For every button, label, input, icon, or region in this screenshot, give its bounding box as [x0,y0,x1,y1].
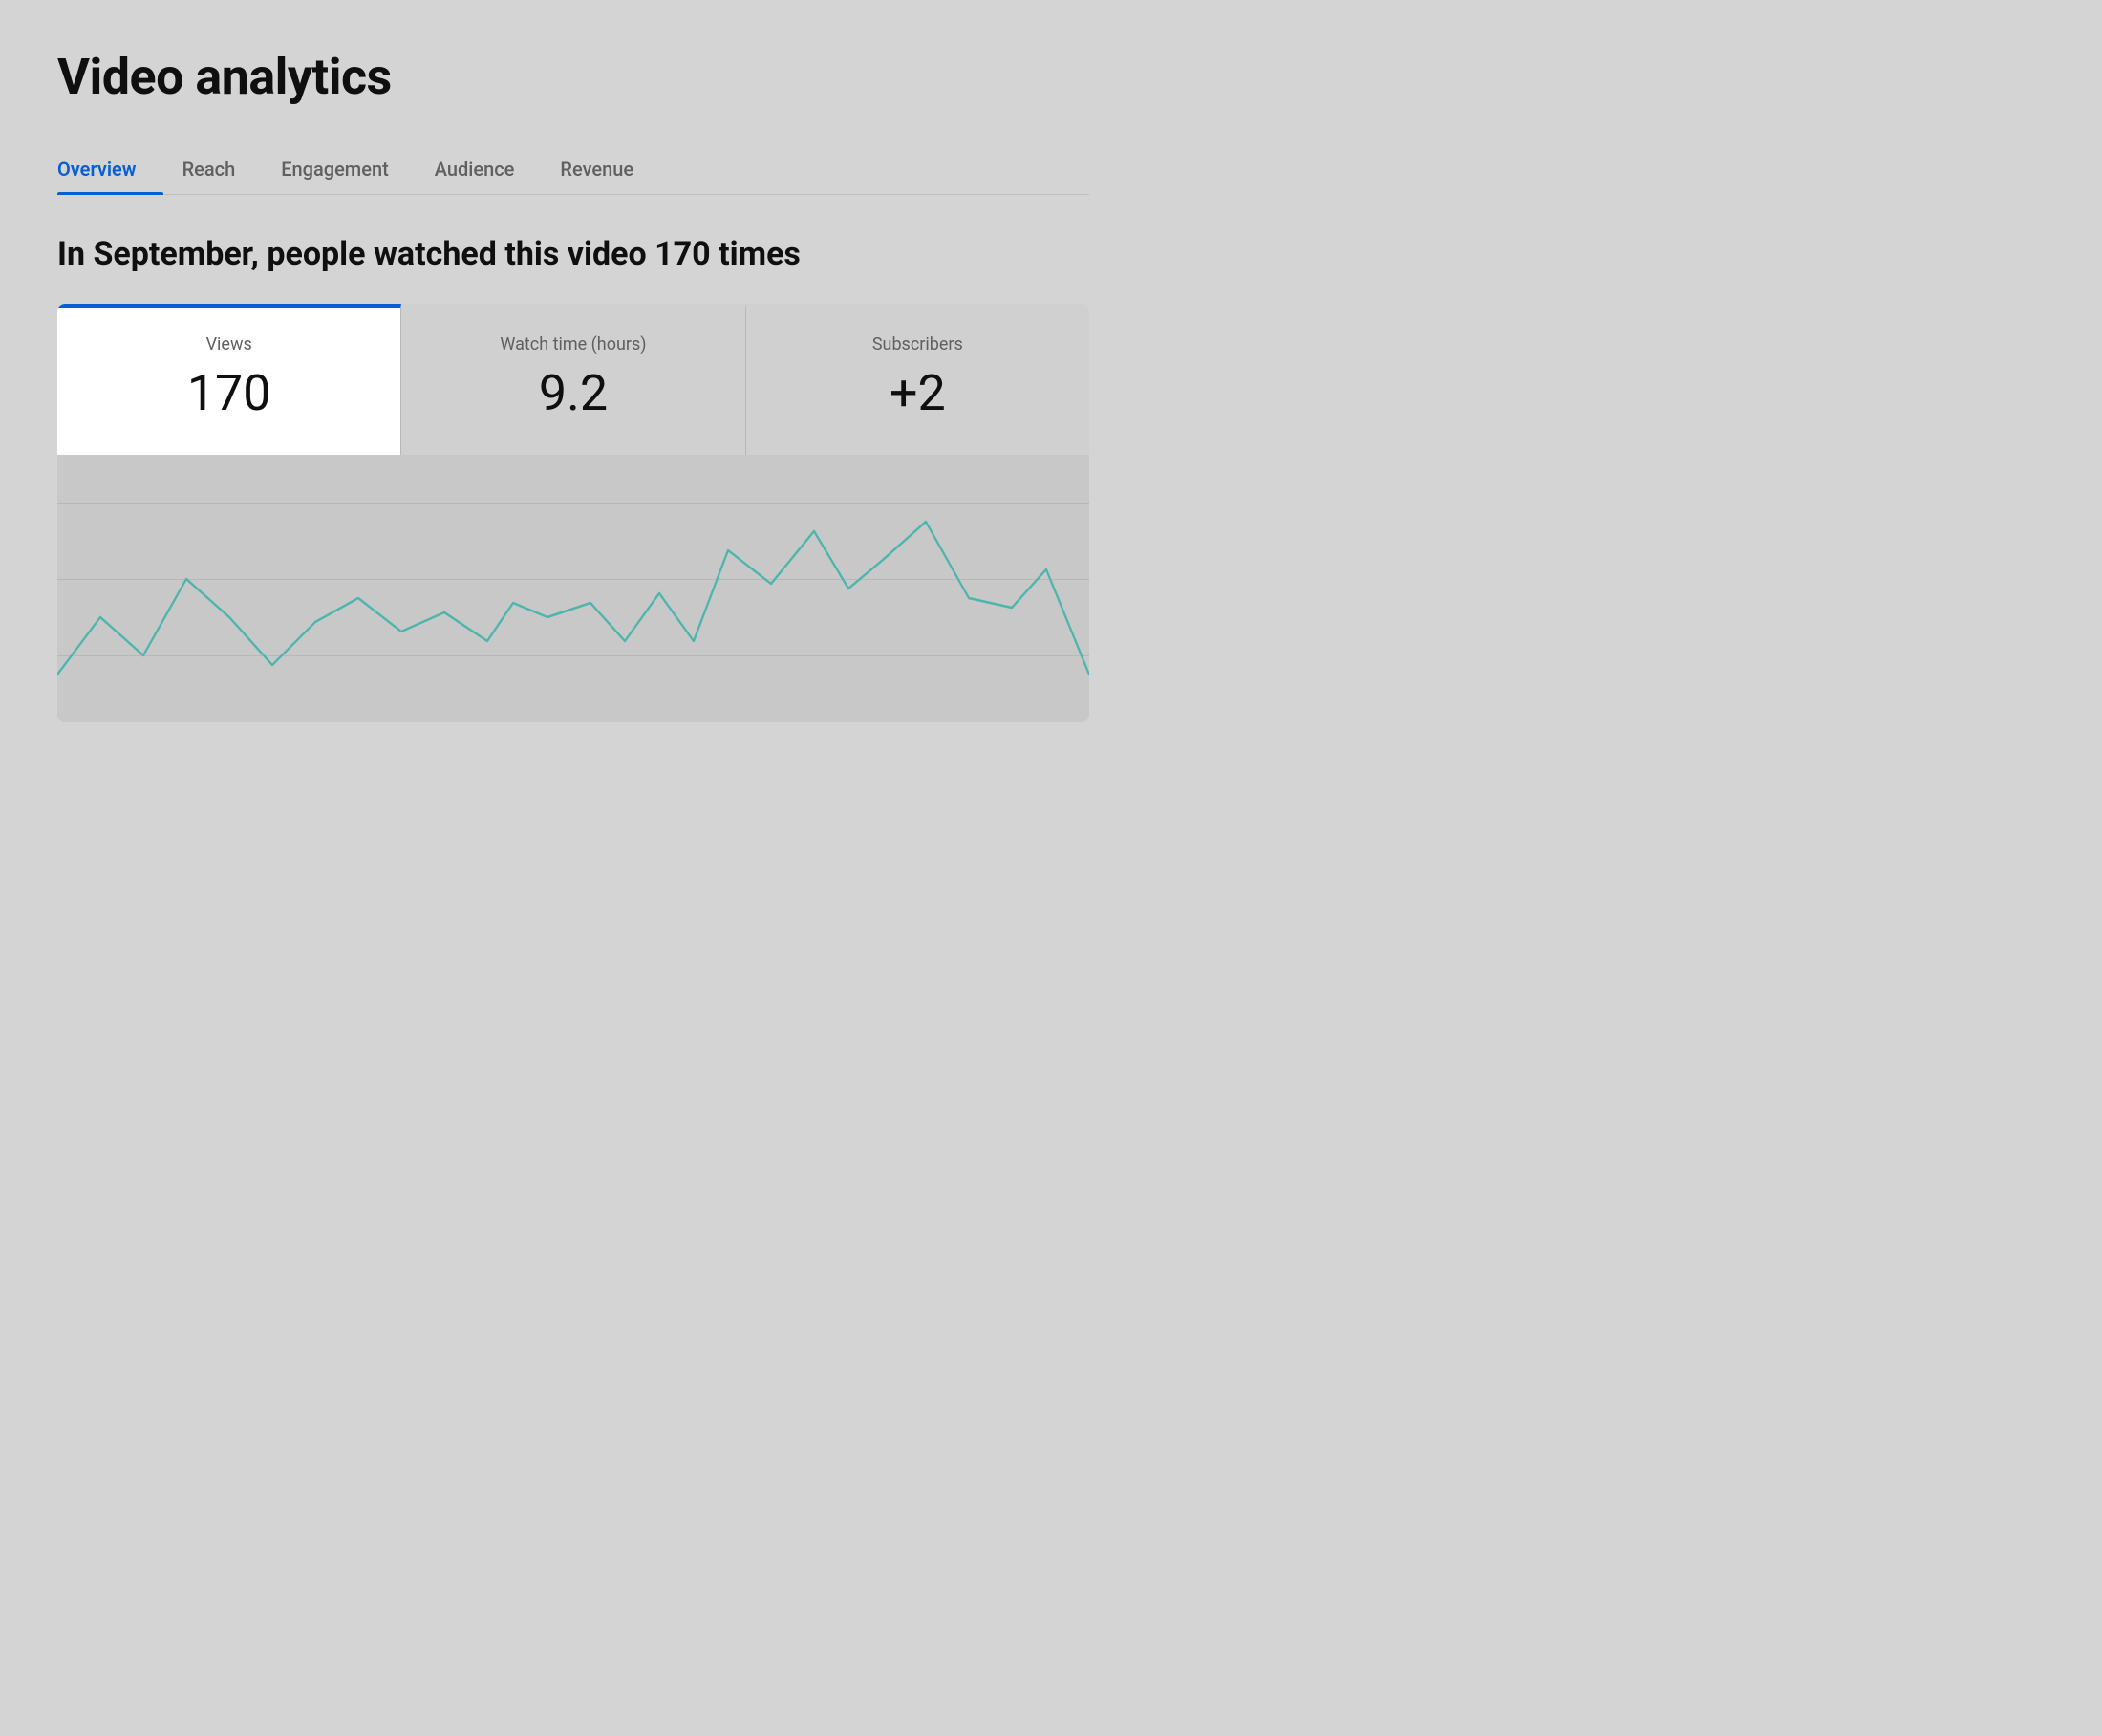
chart-svg [57,455,1089,722]
metrics-row: Views 170 Watch time (hours) 9.2 Subscri… [57,304,1089,455]
tab-engagement[interactable]: Engagement [281,144,416,194]
tab-revenue[interactable]: Revenue [560,144,660,194]
metric-subscribers-value: +2 [781,366,1055,420]
page-container: Video analytics Overview Reach Engagemen… [0,0,1147,722]
tab-audience[interactable]: Audience [435,144,542,194]
page-title: Video analytics [57,48,1089,106]
chart-area [57,455,1089,722]
tabs-nav: Overview Reach Engagement Audience Reven… [57,144,1089,195]
metric-watch-time-label: Watch time (hours) [436,334,710,354]
metric-watch-time-value: 9.2 [436,366,710,420]
metric-subscribers-label: Subscribers [781,334,1055,354]
metric-views[interactable]: Views 170 [57,304,401,455]
metric-views-value: 170 [92,366,366,420]
tab-reach[interactable]: Reach [182,144,263,194]
section-heading: In September, people watched this video … [57,233,1089,275]
metric-views-label: Views [92,334,366,354]
metric-subscribers[interactable]: Subscribers +2 [746,304,1089,455]
metric-watch-time[interactable]: Watch time (hours) 9.2 [401,304,745,455]
metrics-card: Views 170 Watch time (hours) 9.2 Subscri… [57,304,1089,722]
tab-overview[interactable]: Overview [57,144,163,194]
